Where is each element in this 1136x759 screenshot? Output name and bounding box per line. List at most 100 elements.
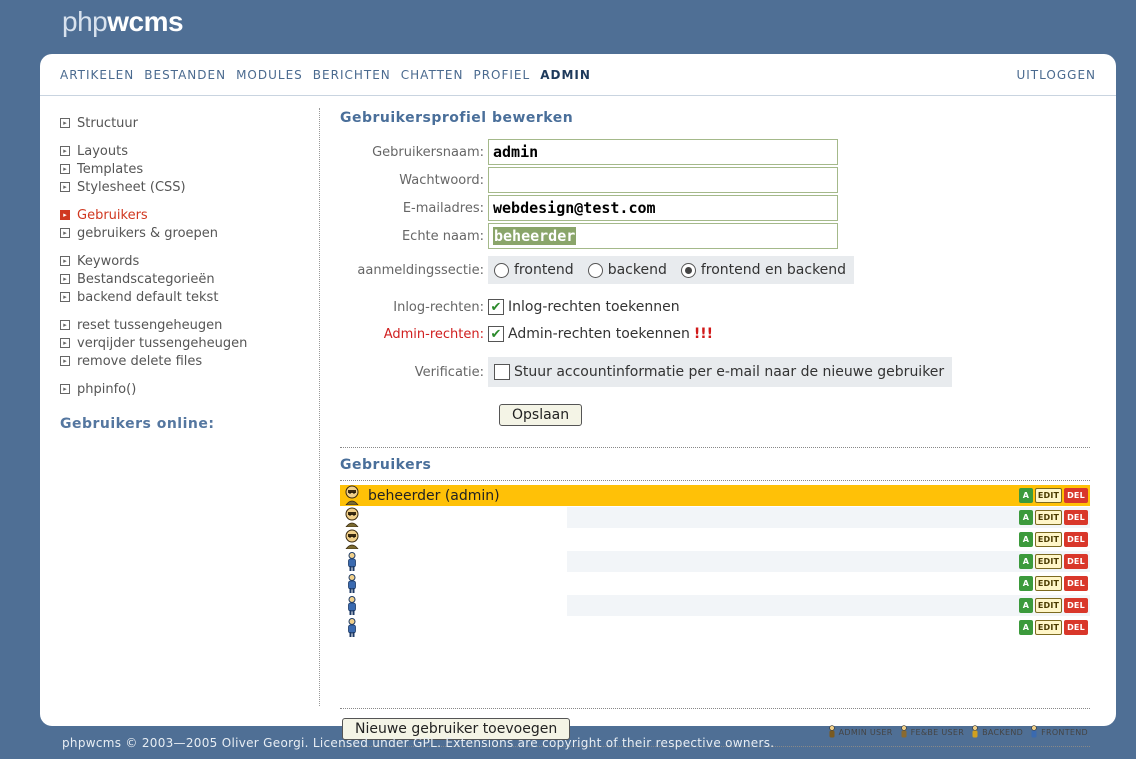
arrow-right-icon: ▸ <box>60 146 70 156</box>
activate-button[interactable]: A <box>1019 488 1033 503</box>
user-row[interactable]: A EDIT DEL <box>340 573 1090 594</box>
sidebar-item-templates[interactable]: ▸ Templates <box>60 160 300 178</box>
admin-user-icon <box>344 485 364 506</box>
sidebar-item-stylesheet-css[interactable]: ▸ Stylesheet (CSS) <box>60 178 300 196</box>
sidebar-item-backend-default-tekst[interactable]: ▸ backend default tekst <box>60 288 300 306</box>
delete-button[interactable]: DEL <box>1064 576 1088 591</box>
edit-button[interactable]: EDIT <box>1035 576 1062 591</box>
user-row[interactable]: A EDIT DEL <box>340 507 1090 528</box>
frontend-user-icon <box>344 595 364 616</box>
user-row[interactable]: A EDIT DEL <box>340 595 1090 616</box>
realname-row: Echte naam: beheerder <box>340 223 838 249</box>
nav-item-bestanden[interactable]: BESTANDEN <box>144 68 226 82</box>
verify-checkbox[interactable]: Stuur accountinformatie per e-mail naar … <box>494 364 944 380</box>
user-row[interactable]: A EDIT DEL <box>340 551 1090 572</box>
admin-warning: !!! <box>693 326 714 342</box>
password-field[interactable] <box>488 167 838 193</box>
sidebar-item-label: phpinfo() <box>77 381 137 397</box>
legend-label: ADMIN USER <box>838 728 893 737</box>
sidebar-item-verqijder-tussengeheugen[interactable]: ▸ verqijder tussengeheugen <box>60 334 300 352</box>
sidebar-item-gebruikers[interactable]: ▸ Gebruikers <box>60 206 300 224</box>
row-stripe <box>567 595 1090 616</box>
activate-button[interactable]: A <box>1019 576 1033 591</box>
backend-user-icon <box>970 725 980 740</box>
delete-button[interactable]: DEL <box>1064 488 1088 503</box>
activate-button[interactable]: A <box>1019 510 1033 525</box>
section-radio-frontend[interactable]: frontend <box>494 262 574 278</box>
legend-item: ADMIN USER <box>827 725 893 740</box>
section-options: frontend backend frontend en backend <box>488 256 855 284</box>
divider-rows-bottom <box>340 708 1090 709</box>
username-field[interactable]: admin <box>488 139 838 165</box>
sidebar-item-label: Gebruikers <box>77 207 148 223</box>
edit-button[interactable]: EDIT <box>1035 510 1062 525</box>
edit-button[interactable]: EDIT <box>1035 598 1062 613</box>
activate-button[interactable]: A <box>1019 620 1033 635</box>
radio-icon <box>587 262 603 278</box>
nav-item-berichten[interactable]: BERICHTEN <box>313 68 391 82</box>
user-actions: A EDIT DEL <box>1019 488 1088 503</box>
activate-button[interactable]: A <box>1019 554 1033 569</box>
nav-item-profiel[interactable]: PROFIEL <box>473 68 530 82</box>
admin-rights-checkbox[interactable]: ✔ Admin-rechten toekennen !!! <box>488 326 713 342</box>
arrow-right-icon: ▸ <box>60 256 70 266</box>
verify-label: Verificatie: <box>414 364 484 380</box>
sidebar-item-remove-delete-files[interactable]: ▸ remove delete files <box>60 352 300 370</box>
realname-label: Echte naam: <box>401 228 484 244</box>
username-label: Gebruikersnaam: <box>372 144 484 160</box>
sidebar-item-reset-tussengeheugen[interactable]: ▸ reset tussengeheugen <box>60 316 300 334</box>
nav-item-chatten[interactable]: CHATTEN <box>401 68 464 82</box>
nav-item-artikelen[interactable]: ARTIKELEN <box>60 68 134 82</box>
logout-link[interactable]: UITLOGGEN <box>1016 68 1096 82</box>
sidebar-item-gebruikers-groepen[interactable]: ▸ gebruikers & groepen <box>60 224 300 242</box>
user-row[interactable]: A EDIT DEL <box>340 617 1090 638</box>
vertical-divider <box>319 108 320 706</box>
email-field[interactable]: webdesign@test.com <box>488 195 838 221</box>
main-panel: ARTIKELEN BESTANDEN MODULES BERICHTEN CHATTE… <box>40 54 1116 747</box>
login-row: Inlog-rechten: ✔ Inlog-rechten toekennen <box>340 295 680 319</box>
user-row[interactable]: A EDIT DEL <box>340 529 1090 550</box>
edit-button[interactable]: EDIT <box>1035 554 1062 569</box>
nav-item-modules[interactable]: MODULES <box>236 68 303 82</box>
admin-row: Admin-rechten: ✔ Admin-rechten toekennen… <box>340 322 713 346</box>
sidebar-item-keywords[interactable]: ▸ Keywords <box>60 252 300 270</box>
sidebar-item-structuur[interactable]: ▸ Structuur <box>60 114 300 132</box>
save-button[interactable]: Opslaan <box>499 404 583 426</box>
arrow-right-icon: ▸ <box>60 228 70 238</box>
sidebar-item-phpinfo[interactable]: ▸ phpinfo() <box>60 380 300 398</box>
edit-button[interactable]: EDIT <box>1035 620 1062 635</box>
activate-button[interactable]: A <box>1019 598 1033 613</box>
realname-field[interactable]: beheerder <box>488 223 838 249</box>
admin-rights-text: Admin-rechten toekennen <box>508 326 690 342</box>
delete-button[interactable]: DEL <box>1064 620 1088 635</box>
nav-item-admin[interactable]: ADMIN <box>540 68 591 82</box>
delete-button[interactable]: DEL <box>1064 510 1088 525</box>
sidebar-item-bestandscategorie-n[interactable]: ▸ Bestandscategorieën <box>60 270 300 288</box>
login-rights-checkbox[interactable]: ✔ Inlog-rechten toekennen <box>488 299 680 315</box>
sidebar-item-label: Stylesheet (CSS) <box>77 179 186 195</box>
sidebar-item-label: remove delete files <box>77 353 203 369</box>
user-actions: A EDIT DEL <box>1019 620 1088 635</box>
delete-button[interactable]: DEL <box>1064 532 1088 547</box>
frontend-user-icon <box>344 551 364 572</box>
sidebar-item-layouts[interactable]: ▸ Layouts <box>60 142 300 160</box>
footer: phpwcms © 2003—2005 Oliver Georgi. Licen… <box>62 736 775 750</box>
delete-button[interactable]: DEL <box>1064 598 1088 613</box>
login-check-icon: ✔ <box>488 299 504 315</box>
verify-check-box <box>494 364 510 380</box>
row-stripe <box>567 507 1090 528</box>
form-title: Gebruikersprofiel bewerken <box>340 110 574 126</box>
delete-button[interactable]: DEL <box>1064 554 1088 569</box>
top-navigation: ARTIKELEN BESTANDEN MODULES BERICHTEN CHATTE… <box>40 54 1116 96</box>
activate-button[interactable]: A <box>1019 532 1033 547</box>
section-radio-backend[interactable]: backend <box>587 262 667 278</box>
section-radio-frontend-en-backend[interactable]: frontend en backend <box>680 262 846 278</box>
arrow-right-icon: ▸ <box>60 182 70 192</box>
sidebar-item-label: Layouts <box>77 143 128 159</box>
user-row[interactable]: beheerder (admin) A EDIT DEL <box>340 485 1090 506</box>
edit-button[interactable]: EDIT <box>1035 488 1062 503</box>
edit-button[interactable]: EDIT <box>1035 532 1062 547</box>
